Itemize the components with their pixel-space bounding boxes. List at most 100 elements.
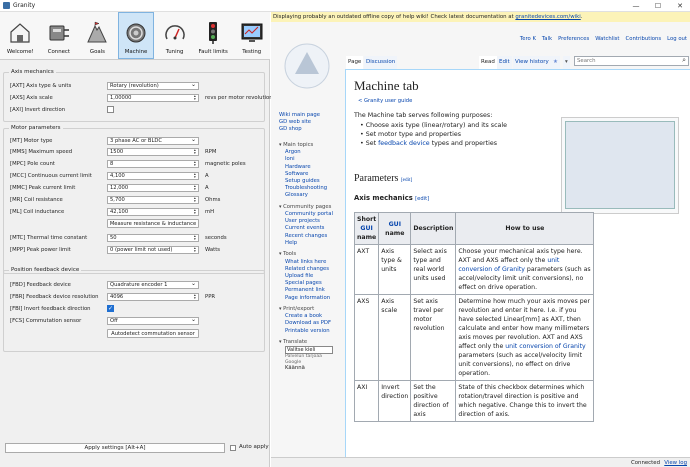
watchlist-link[interactable]: Watchlist xyxy=(595,36,619,42)
talk-link[interactable]: Talk xyxy=(542,36,552,42)
app-icon xyxy=(3,2,10,9)
nav-main-topics-heading[interactable]: Main topics xyxy=(277,142,341,150)
measure-resistance-inductance-button[interactable]: Measure resistance & inductance xyxy=(107,219,199,228)
nav-upload-file[interactable]: Upload file xyxy=(277,273,341,280)
minimize-button[interactable]: — xyxy=(626,0,646,12)
mpc-input[interactable]: 8 xyxy=(107,159,199,168)
breadcrumb[interactable]: < Granity user guide xyxy=(358,98,412,104)
nav-argon[interactable]: Argon xyxy=(277,149,341,156)
nav-community-heading[interactable]: Community pages xyxy=(277,204,341,212)
fcs-select[interactable]: Off xyxy=(107,316,199,325)
personal-toolbar: Tero K Talk Preferences Watchlist Contri… xyxy=(520,36,687,42)
fbr-unit: PPR xyxy=(205,293,216,300)
nav-current-events[interactable]: Current events xyxy=(277,225,341,232)
purpose-list: Choose axis type (linear/rotary) and its… xyxy=(360,121,507,148)
fbd-select[interactable]: Quadrature encoder 1 xyxy=(107,280,199,289)
mmc-input[interactable]: 12,000 xyxy=(107,183,199,192)
unit-conversion-link[interactable]: unit conversion of Granity xyxy=(505,343,585,350)
nav-user-projects[interactable]: User projects xyxy=(277,218,341,225)
axi-checkbox[interactable] xyxy=(107,106,114,113)
mt-select[interactable]: 3 phase AC or BLDC xyxy=(107,136,199,145)
table-header-row: Short GUI name GUI name Description How to … xyxy=(353,212,595,245)
watch-star-icon[interactable]: ★ xyxy=(551,56,560,69)
docs-link[interactable]: granitedevices.com/wiki xyxy=(515,14,580,20)
machine-tab-thumbnail[interactable] xyxy=(561,117,679,214)
nav-related-changes[interactable]: Related changes xyxy=(277,266,341,273)
close-button[interactable]: ✕ xyxy=(670,0,690,12)
maximize-button[interactable]: ☐ xyxy=(648,0,668,12)
nav-troubleshooting[interactable]: Troubleshooting xyxy=(277,185,341,192)
tab-edit[interactable]: Edit xyxy=(497,56,512,69)
search-input[interactable]: Search xyxy=(574,56,689,66)
axs-input[interactable]: 1,00000 xyxy=(107,93,199,102)
ml-input[interactable]: 42,100 xyxy=(107,207,199,216)
edit-parameters-link[interactable]: [edit] xyxy=(401,177,412,183)
mpp-unit: Watts xyxy=(205,246,221,253)
autodetect-commutation-button[interactable]: Autodetect commutation sensor xyxy=(107,329,199,338)
tab-view-history[interactable]: View history xyxy=(513,56,551,69)
nav-page-information[interactable]: Page information xyxy=(277,295,341,302)
mms-input[interactable]: 1500 xyxy=(107,147,199,156)
outdated-notice: Displaying probably an outdated offline … xyxy=(271,12,690,22)
nav-gd-web[interactable]: GD web site xyxy=(277,119,341,126)
nav-download-pdf[interactable]: Download as PDF xyxy=(277,320,341,327)
mms-unit: RPM xyxy=(205,148,217,155)
feedback-device-link[interactable]: feedback device xyxy=(378,140,430,147)
edit-axis-mechanics-link[interactable]: [edit] xyxy=(415,196,429,202)
testing-tab[interactable]: Testing xyxy=(233,12,270,59)
machine-tab[interactable]: Machine xyxy=(117,12,155,59)
cell-short: AXI xyxy=(353,380,380,422)
nav-community-portal[interactable]: Community portal xyxy=(277,211,341,218)
mt-label: [MT] Motor type xyxy=(10,137,53,144)
nav-hardware[interactable]: Hardware xyxy=(277,164,341,171)
auto-apply-checkbox[interactable] xyxy=(230,445,236,451)
view-log-link[interactable]: View log xyxy=(664,460,687,466)
fbr-input[interactable]: 4096 xyxy=(107,292,199,301)
axt-select[interactable]: Rotary (revolution) xyxy=(107,81,199,90)
tab-read[interactable]: Read xyxy=(479,56,497,69)
nav-tools-heading[interactable]: Tools xyxy=(277,251,341,259)
nav-printable-version[interactable]: Printable version xyxy=(277,328,341,335)
translate-link[interactable]: Käännä xyxy=(277,365,341,371)
nav-special-pages[interactable]: Special pages xyxy=(277,280,341,287)
axs-label: [AXS] Axis scale xyxy=(10,94,53,101)
tab-discussion[interactable]: Discussion xyxy=(364,56,398,69)
nav-help[interactable]: Help xyxy=(277,240,341,247)
contributions-link[interactable]: Contributions xyxy=(626,36,662,42)
nav-print-heading[interactable]: Print/export xyxy=(277,306,341,314)
nav-create-book[interactable]: Create a book xyxy=(277,313,341,320)
tab-page[interactable]: Page xyxy=(346,56,364,69)
nav-wiki-main[interactable]: Wiki main page xyxy=(277,112,341,119)
nav-ioni[interactable]: Ioni xyxy=(277,156,341,163)
preferences-link[interactable]: Preferences xyxy=(558,36,589,42)
connect-tab[interactable]: Connect xyxy=(41,12,78,59)
more-actions-dropdown[interactable]: ▾ xyxy=(563,56,570,69)
user-link[interactable]: Tero K xyxy=(520,36,536,42)
nav-setup-guides[interactable]: Setup guides xyxy=(277,178,341,185)
axis-mechanics-title: Axis mechanics xyxy=(9,69,56,75)
header-how-to-use: How to use xyxy=(455,212,595,245)
mcc-input[interactable]: 4,100 xyxy=(107,171,199,180)
goals-tab[interactable]: Goals xyxy=(79,12,116,59)
welcome-tab[interactable]: Welcome! xyxy=(2,12,39,59)
fbi-checkbox[interactable] xyxy=(107,305,114,312)
nav-software[interactable]: Software xyxy=(277,171,341,178)
welcome-tab-label: Welcome! xyxy=(6,49,34,55)
mtc-input[interactable]: 50 xyxy=(107,233,199,242)
cell-gui: Invert direction xyxy=(378,380,412,422)
nav-what-links-here[interactable]: What links here xyxy=(277,259,341,266)
mpp-input[interactable]: 0 (power limit not used) xyxy=(107,245,199,254)
nav-gd-shop[interactable]: GD shop xyxy=(277,126,341,133)
tuning-tab[interactable]: Tuning xyxy=(156,12,193,59)
mr-input[interactable]: 5,700 xyxy=(107,195,199,204)
fault-limits-tab[interactable]: Fault limits xyxy=(195,12,232,59)
connect-tab-label: Connect xyxy=(47,49,71,55)
nav-permanent-link[interactable]: Permanent link xyxy=(277,287,341,294)
ml-label: [ML] Coil inductance xyxy=(10,208,65,215)
nav-recent-changes[interactable]: Recent changes xyxy=(277,233,341,240)
logout-link[interactable]: Log out xyxy=(667,36,687,42)
nav-glossary[interactable]: Glossary xyxy=(277,192,341,199)
apply-settings-button[interactable]: Apply settings [Alt+A] xyxy=(5,443,225,453)
axi-label: [AXI] Invert direction xyxy=(10,106,66,113)
nav-translate-heading[interactable]: Translate xyxy=(277,339,341,347)
